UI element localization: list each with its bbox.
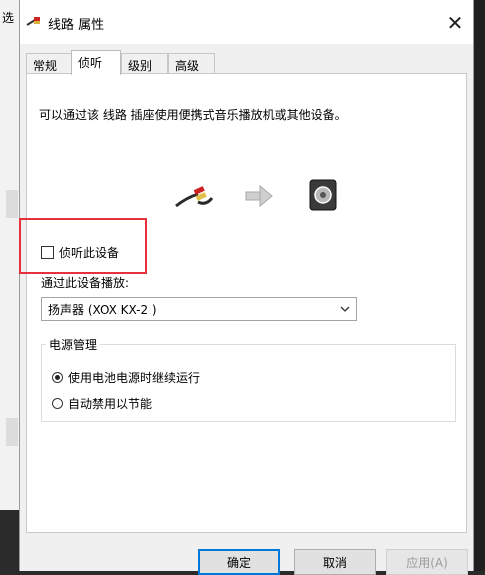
tab-levels[interactable]: 级别 (121, 53, 168, 73)
chevron-down-icon (340, 306, 350, 312)
cancel-button[interactable]: 取消 (294, 549, 376, 575)
audio-cable-icon (26, 17, 40, 26)
background-list-item (6, 190, 18, 218)
tab-advanced[interactable]: 高级 (168, 53, 215, 73)
listen-description: 可以通过该 线路 插座使用便携式音乐播放机或其他设备。 (39, 108, 347, 122)
close-button[interactable]: ✕ (440, 8, 470, 38)
ok-button[interactable]: 确定 (198, 549, 280, 575)
background-window-left: 选 (0, 0, 21, 510)
listen-checkbox-row[interactable]: 侦听此设备 (41, 244, 119, 261)
playback-device-select[interactable]: 扬声器 (XOX KX-2 ) (41, 297, 357, 321)
title-bar: 线路 属性 ✕ (20, 0, 473, 44)
radio-button[interactable] (52, 398, 63, 409)
arrow-right-icon (245, 184, 273, 208)
power-management-group: 电源管理 使用电池电源时继续运行 自动禁用以节能 (41, 336, 456, 422)
tab-panel-listen: 可以通过该 线路 插座使用便携式音乐播放机或其他设备。 侦听此设备 通过此设备播… (26, 73, 467, 533)
listen-device-graphic (175, 179, 337, 211)
power-option-continue[interactable]: 使用电池电源时继续运行 (52, 369, 200, 386)
power-option-label: 使用电池电源时继续运行 (68, 371, 201, 385)
listen-checkbox-label: 侦听此设备 (59, 246, 120, 260)
tab-general[interactable]: 常规 (26, 53, 72, 73)
properties-dialog: 线路 属性 ✕ 常规 侦听 级别 高级 可以通过该 线路 插座使用便携式音乐播放… (19, 0, 474, 575)
background-window-text: 选 (2, 11, 15, 25)
power-option-auto-disable[interactable]: 自动禁用以节能 (52, 395, 152, 412)
playback-device-label: 通过此设备播放: (41, 276, 130, 290)
speaker-icon (309, 179, 337, 211)
rca-cable-icon (175, 186, 214, 208)
radio-button-checked[interactable] (52, 372, 63, 383)
window-title: 线路 属性 (48, 18, 105, 33)
apply-button[interactable]: 应用(A) (386, 549, 468, 575)
power-management-title: 电源管理 (46, 336, 101, 353)
background-list-item (6, 418, 18, 446)
playback-device-value: 扬声器 (XOX KX-2 ) (48, 302, 157, 317)
listen-checkbox[interactable] (41, 246, 54, 259)
close-icon: ✕ (446, 11, 464, 35)
tab-listen[interactable]: 侦听 (71, 50, 121, 75)
power-option-label: 自动禁用以节能 (68, 397, 153, 411)
background-window-right (473, 0, 485, 571)
